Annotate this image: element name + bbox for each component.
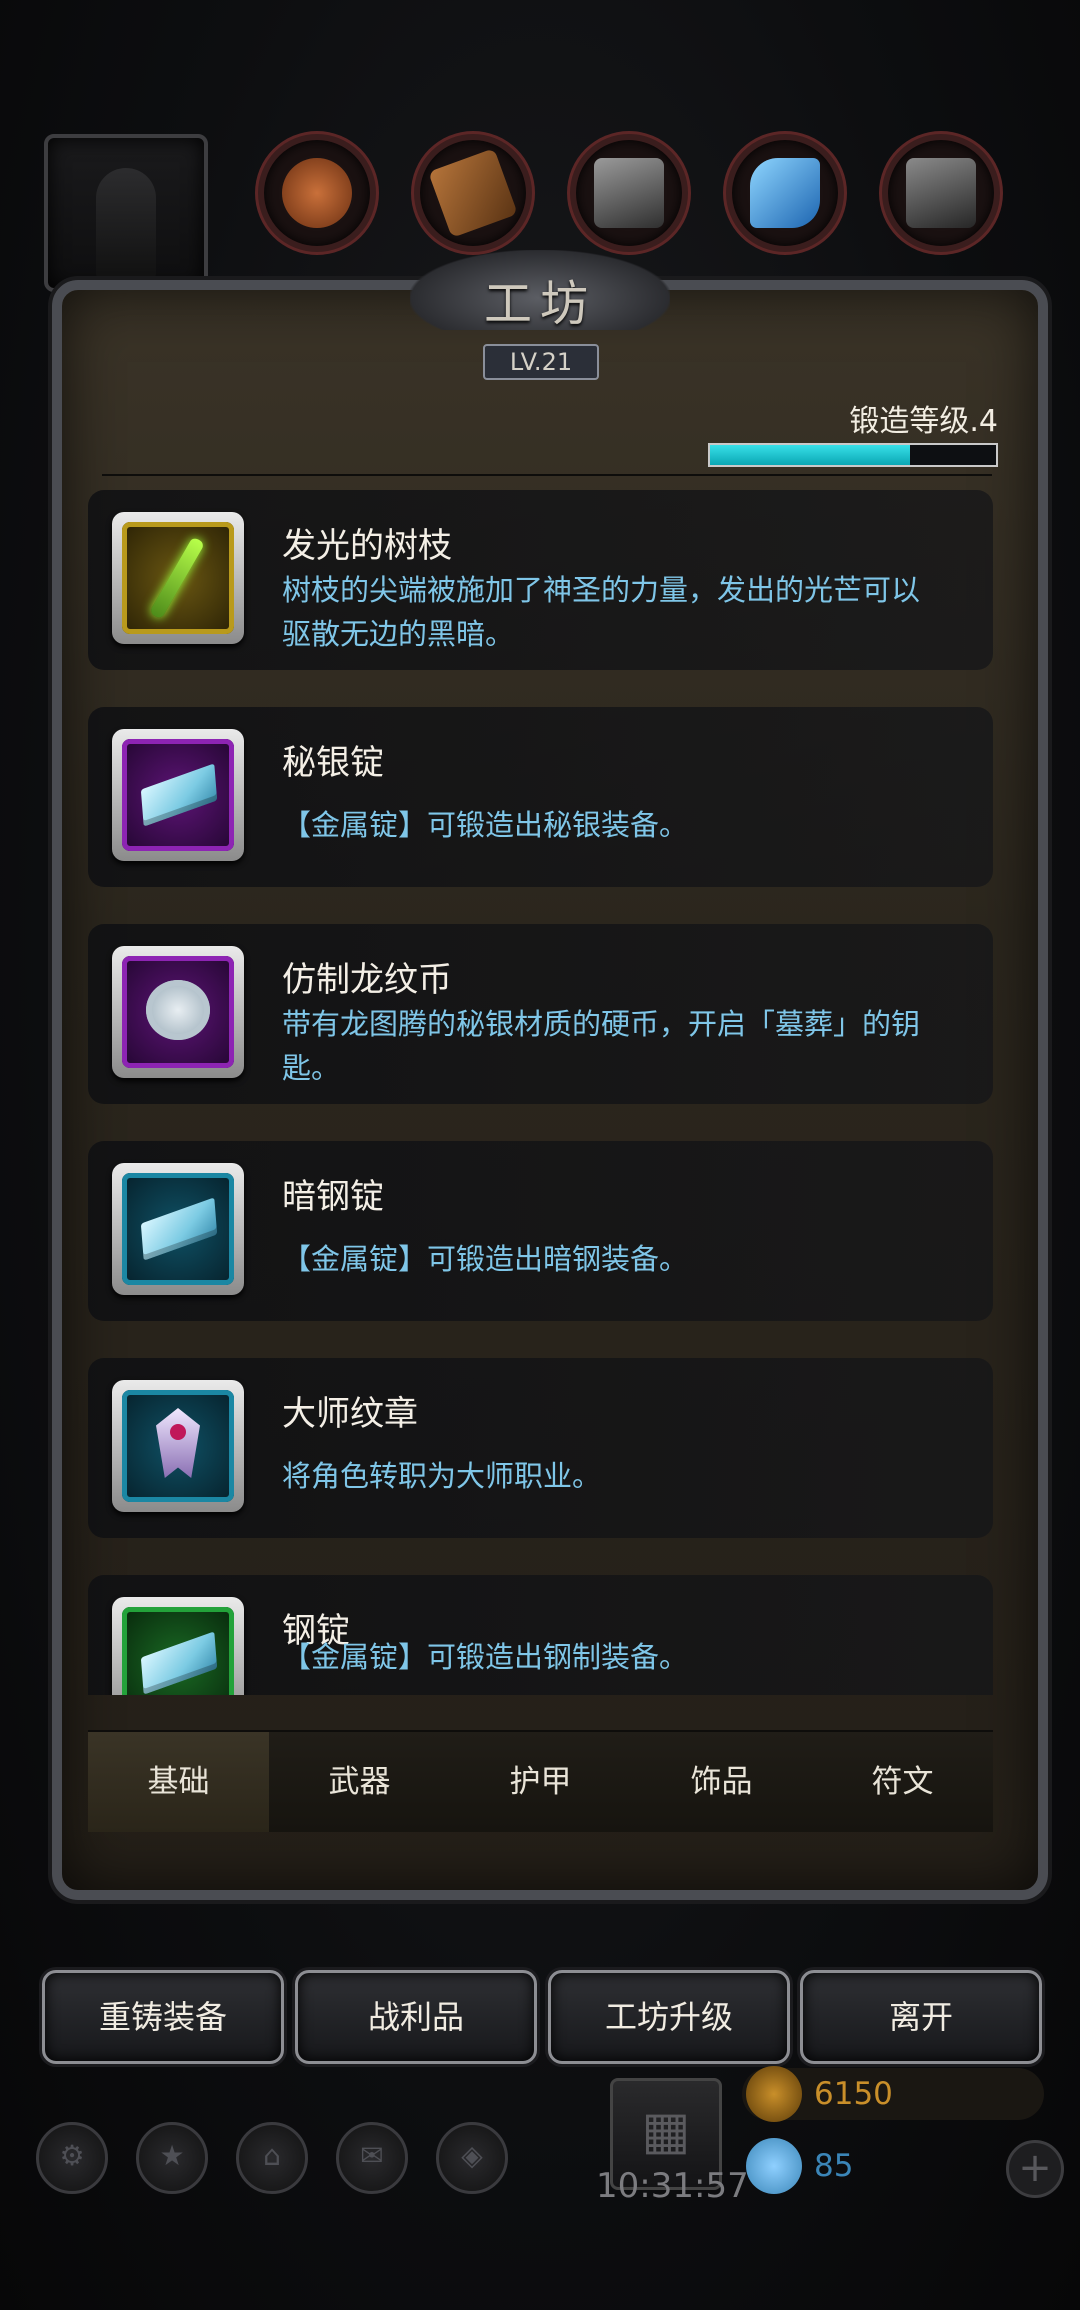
forge-level-label: 锻造等级.4: [849, 404, 998, 439]
tab-accessories[interactable]: 饰品: [631, 1732, 812, 1832]
gold-display: 6150: [742, 2066, 1044, 2122]
shop-icon[interactable]: ◈: [436, 2122, 508, 2194]
dragon-coin-icon: [122, 956, 234, 1068]
clock-timer: 10:31:57: [596, 2166, 749, 2206]
page-title: 工坊: [483, 276, 596, 332]
tab-basic[interactable]: 基础: [88, 1732, 269, 1832]
item-description: 【金属锭】可锻造出暗钢装备。: [282, 1242, 689, 1276]
wood-plank-icon[interactable]: [414, 134, 532, 252]
item-name: 仿制龙纹币: [282, 960, 452, 1000]
tab-runes[interactable]: 符文: [812, 1732, 993, 1832]
gem-amount: 85: [814, 2148, 854, 2184]
item-slot: [112, 946, 244, 1078]
steel-plate-icon[interactable]: [882, 134, 1000, 252]
add-currency-button[interactable]: +: [1006, 2140, 1064, 2198]
item-description: 【金属锭】可锻造出钢制装备。: [282, 1640, 689, 1674]
list-item[interactable]: 秘银锭 【金属锭】可锻造出秘银装备。: [88, 707, 993, 887]
loot-button[interactable]: 战利品: [295, 1970, 537, 2064]
forge-progress-bar: [708, 443, 998, 467]
leave-button[interactable]: 离开: [800, 1970, 1042, 2064]
item-name: 大师纹章: [282, 1394, 418, 1434]
list-item[interactable]: 钢锭 【金属锭】可锻造出钢制装备。: [88, 1575, 993, 1695]
iron-plate-icon[interactable]: [570, 134, 688, 252]
item-name: 发光的树枝: [282, 526, 452, 566]
list-item[interactable]: 发光的树枝 树枝的尖端被施加了神圣的力量，发出的光芒可以驱散无边的黑暗。: [88, 490, 993, 670]
tab-weapons[interactable]: 武器: [269, 1732, 450, 1832]
achievement-icon[interactable]: ★: [136, 2122, 208, 2194]
top-bar: [0, 130, 1080, 292]
item-description: 带有龙图腾的秘银材质的硬币，开启「墓葬」的钥匙。: [282, 1007, 921, 1085]
gold-coin-icon: [746, 2066, 802, 2122]
category-tabs: 基础 武器 护甲 饰品 符文: [88, 1730, 993, 1832]
mithril-ingot-icon: [122, 739, 234, 851]
item-name: 秘银锭: [282, 743, 384, 783]
list-item[interactable]: 大师纹章 将角色转职为大师职业。: [88, 1358, 993, 1538]
list-item[interactable]: 仿制龙纹币 带有龙图腾的秘银材质的硬币，开启「墓葬」的钥匙。: [88, 924, 993, 1104]
glowing-branch-icon: [122, 522, 234, 634]
settings-icon[interactable]: ⚙: [36, 2122, 108, 2194]
dark-steel-ingot-icon: [122, 1173, 234, 1285]
item-slot: [112, 1380, 244, 1512]
forge-progress-fill: [710, 445, 911, 465]
item-description: 【金属锭】可锻造出秘银装备。: [282, 808, 689, 842]
list-item[interactable]: 暗钢锭 【金属锭】可锻造出暗钢装备。: [88, 1141, 993, 1321]
item-slot: [112, 512, 244, 644]
map-icon[interactable]: ⌂: [236, 2122, 308, 2194]
workshop-upgrade-button[interactable]: 工坊升级: [548, 1970, 790, 2064]
master-crest-icon: [122, 1390, 234, 1502]
item-slot: [112, 1163, 244, 1295]
workshop-level-badge: LV.21: [483, 344, 599, 380]
item-description: 树枝的尖端被施加了神圣的力量，发出的光芒可以驱散无边的黑暗。: [282, 573, 921, 651]
item-name: 暗钢锭: [282, 1177, 384, 1217]
workshop-panel: 工坊 LV.21 锻造等级.4 发光的树枝 树枝的尖端被施加了神圣的力量，发出的…: [30, 250, 1050, 1900]
gem-display: 85: [742, 2138, 982, 2194]
item-slot: [112, 1597, 244, 1695]
steel-ingot-icon: [122, 1607, 234, 1695]
blue-crystal-icon[interactable]: [726, 134, 844, 252]
mail-icon[interactable]: ✉: [336, 2122, 408, 2194]
copper-ore-icon[interactable]: [258, 134, 376, 252]
divider: [102, 474, 992, 476]
tab-armor[interactable]: 护甲: [450, 1732, 631, 1832]
item-description: 将角色转职为大师职业。: [282, 1459, 602, 1493]
item-slot: [112, 729, 244, 861]
gold-amount: 6150: [814, 2076, 893, 2112]
gem-icon: [746, 2138, 802, 2194]
reforge-equipment-button[interactable]: 重铸装备: [42, 1970, 284, 2064]
